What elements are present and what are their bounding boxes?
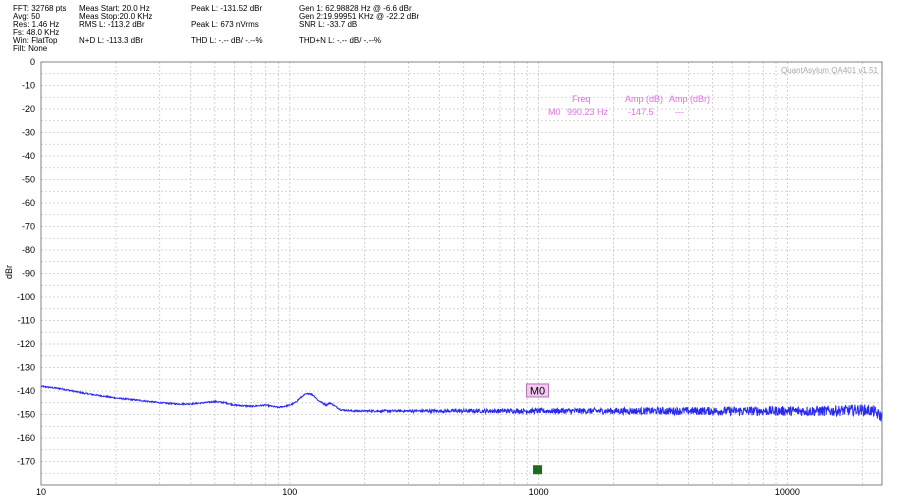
marker-row-amp-dbr: --- [675, 107, 684, 117]
marker-header-amp-dbr: Amp (dBr) [669, 94, 710, 104]
y-tick-label: -70 [22, 222, 35, 232]
y-tick-label: -170 [17, 457, 35, 467]
y-tick-label: -10 [22, 81, 35, 91]
brand-watermark: QuantAsylum QA401 v1.51 [781, 66, 878, 75]
y-tick-label: -160 [17, 433, 35, 443]
y-tick-label: -30 [22, 128, 35, 138]
y-tick-label: -150 [17, 410, 35, 420]
y-tick-label: -50 [22, 175, 35, 185]
marker-m0[interactable]: M0 [526, 383, 550, 475]
y-tick-label: -60 [22, 198, 35, 208]
x-tick-label: 1000 [529, 487, 549, 497]
y-tick-label: -90 [22, 269, 35, 279]
x-tick-label: 100 [282, 487, 297, 497]
y-tick-label: -100 [17, 292, 35, 302]
y-tick-label: -80 [22, 245, 35, 255]
y-tick-label: -40 [22, 151, 35, 161]
y-tick-labels: 0 -10 -20 -30 -40 -50 -60 -70 -80 -90 -100 -110 -120… [17, 57, 35, 467]
y-tick-label: -120 [17, 339, 35, 349]
marker-header-amp-db: Amp (dB) [625, 94, 663, 104]
y-tick-label: 0 [30, 57, 35, 67]
marker-row-freq: 990.23 Hz [567, 107, 609, 117]
marker-row-amp-db: -147.5 [628, 107, 654, 117]
marker-table: Freq Amp (dB) Amp (dBr) M0 990.23 Hz -14… [548, 94, 710, 117]
marker-header-freq: Freq [572, 94, 591, 104]
x-tick-label: 10 [36, 487, 46, 497]
marker-m0-handle[interactable] [533, 465, 543, 475]
y-tick-label: -110 [18, 316, 35, 326]
x-tick-labels: 10 100 1000 10000 [36, 487, 800, 497]
x-tick-label: 10000 [775, 487, 800, 497]
grid [41, 62, 882, 485]
y-tick-label: -20 [22, 104, 35, 114]
y-tick-label: -140 [17, 386, 35, 396]
spectrum-plot[interactable]: 0 -10 -20 -30 -40 -50 -60 -70 -80 -90 -100 -110 -120… [0, 0, 900, 500]
marker-m0-label: M0 [530, 385, 545, 397]
y-axis-label: dBr [4, 265, 14, 279]
marker-row-name: M0 [548, 107, 561, 117]
y-tick-label: -130 [17, 363, 35, 373]
